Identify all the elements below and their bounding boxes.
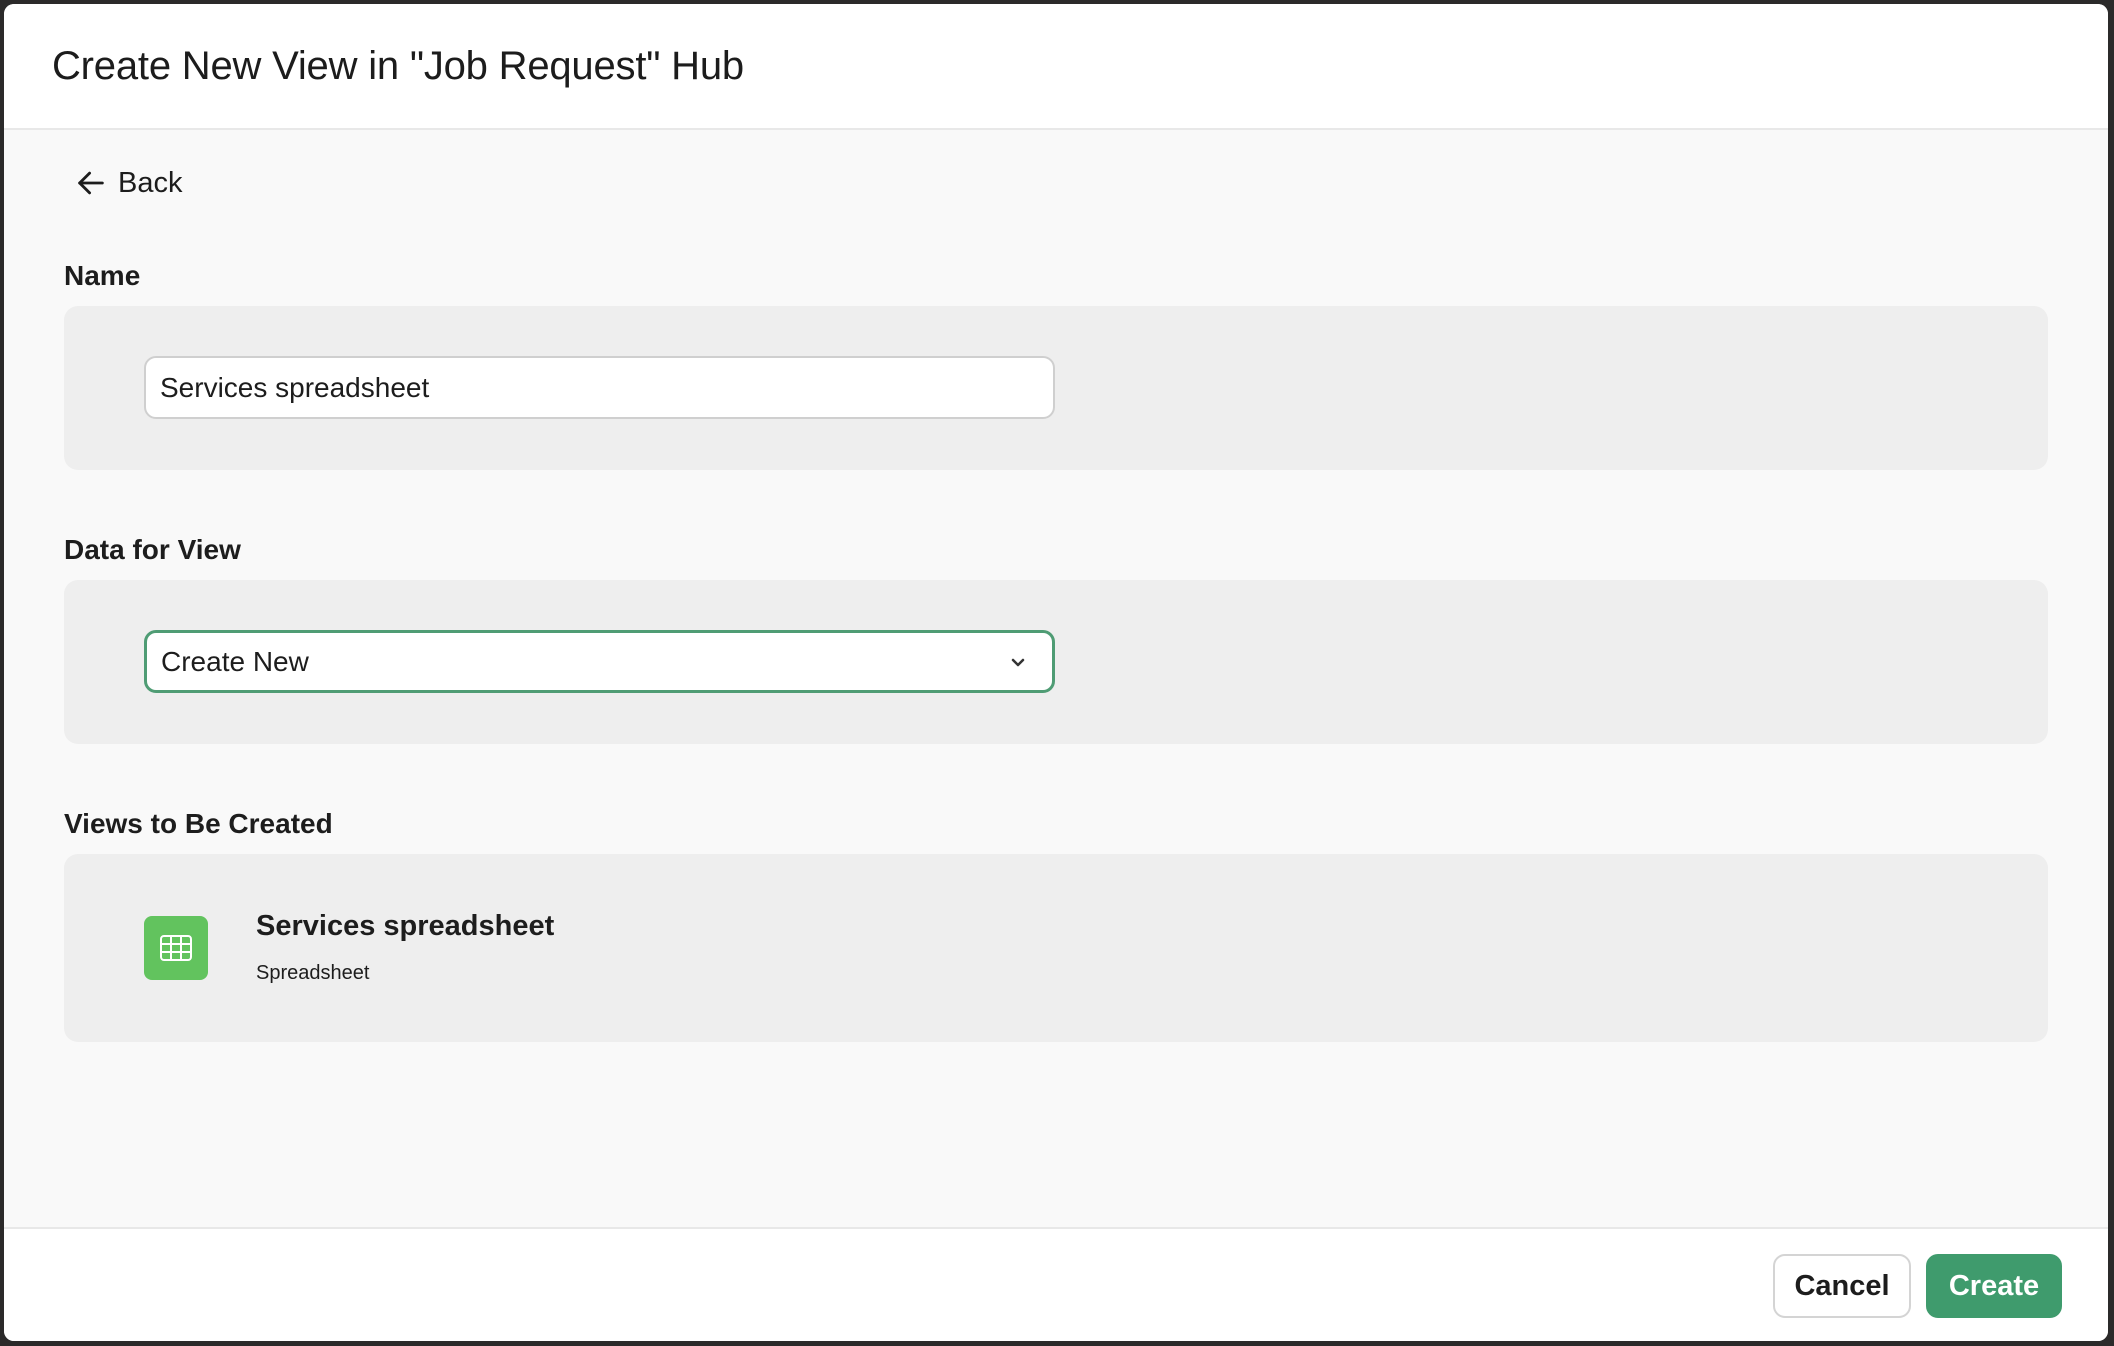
view-item-type: Spreadsheet	[256, 962, 370, 984]
spreadsheet-icon	[144, 916, 208, 980]
views-section-panel: Services spreadsheet Spreadsheet	[64, 854, 2048, 1042]
cancel-button[interactable]: Cancel	[1773, 1254, 1911, 1318]
dialog-footer: Cancel Create	[4, 1227, 2108, 1341]
name-section-label: Name	[64, 260, 141, 291]
data-section-panel: Create New	[64, 580, 2048, 744]
views-section-label: Views to Be Created	[64, 808, 333, 839]
data-source-select[interactable]: Create New	[144, 630, 1055, 693]
back-label: Back	[118, 166, 183, 199]
chevron-down-icon	[1011, 658, 1025, 666]
arrow-left-icon	[78, 171, 104, 195]
data-section-label: Data for View	[64, 534, 241, 565]
data-source-selected-value: Create New	[161, 645, 309, 677]
dialog-title: Create New View in "Job Request" Hub	[52, 44, 744, 88]
create-button[interactable]: Create	[1926, 1254, 2062, 1318]
create-view-dialog: Create New View in "Job Request" Hub Bac…	[4, 4, 2108, 1341]
view-item-name: Services spreadsheet	[256, 910, 555, 942]
dialog-header: Create New View in "Job Request" Hub	[4, 4, 2108, 130]
back-button[interactable]: Back	[74, 166, 182, 200]
view-name-input[interactable]	[144, 356, 1055, 419]
name-section-panel	[64, 306, 2048, 470]
